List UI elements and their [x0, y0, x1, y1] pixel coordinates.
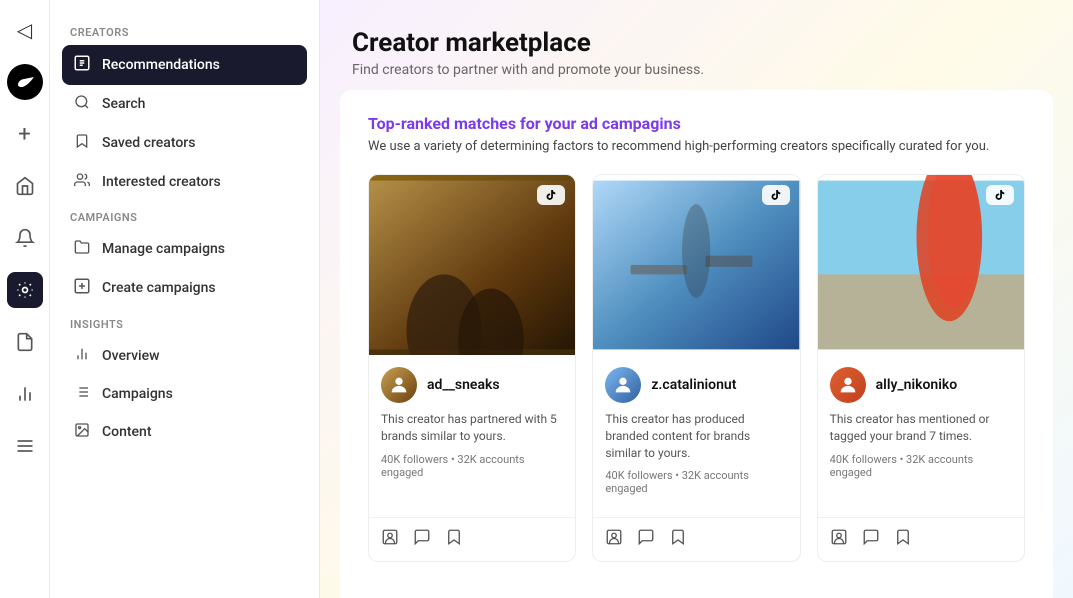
profile-btn-z-catalinionut[interactable]: [605, 528, 623, 551]
page-title: Creator marketplace: [352, 28, 1041, 58]
creator-card-ad-sneaks: ad__sneaks This creator has partnered wi…: [368, 174, 576, 562]
creators-section-label: Creators: [62, 16, 307, 45]
notifications-icon[interactable]: [7, 220, 43, 256]
sidebar-item-campaigns-insights[interactable]: Campaigns: [62, 375, 307, 413]
creator-card-ally-nikoniko: ally_nikoniko This creator has mentioned…: [817, 174, 1025, 562]
list-icon: [72, 384, 92, 404]
avatar-ally-nikoniko: [830, 367, 866, 403]
profile-btn-ally-nikoniko[interactable]: [830, 528, 848, 551]
sidebar-item-overview[interactable]: Overview: [62, 337, 307, 375]
creator-handle-ad-sneaks: ad__sneaks: [427, 377, 500, 393]
profile-btn-ad-sneaks[interactable]: [381, 528, 399, 551]
page-subtitle: Find creators to partner with and promot…: [352, 62, 1041, 78]
card-body-ally-nikoniko: ally_nikoniko This creator has mentioned…: [818, 355, 1024, 517]
nike-logo-icon[interactable]: [7, 64, 43, 100]
creator-handle-z-catalinionut: z.catalinionut: [651, 377, 736, 393]
sidebar-item-interested-creators[interactable]: Interested creators: [62, 163, 307, 201]
card-image-ad-sneaks: [369, 175, 575, 355]
search-icon: [72, 94, 92, 114]
manage-campaigns-label: Manage campaigns: [102, 241, 225, 257]
creator-desc-ad-sneaks: This creator has partnered with 5 brands…: [381, 411, 563, 445]
creator-stats-z-catalinionut: 40K followers • 32K accounts engaged: [605, 469, 787, 495]
people-icon: [72, 172, 92, 192]
tiktok-badge-3: [986, 185, 1014, 205]
sidebar-item-search[interactable]: Search: [62, 85, 307, 123]
creator-info-ad-sneaks: ad__sneaks: [381, 367, 563, 403]
card-body-z-catalinionut: z.catalinionut This creator has produced…: [593, 355, 799, 517]
content-panel: Top-ranked matches for your ad campagins…: [340, 90, 1053, 598]
sidebar-item-recommendations[interactable]: Recommendations: [62, 45, 307, 85]
folder-icon: [72, 239, 92, 259]
add-icon[interactable]: +: [7, 116, 43, 152]
recommendations-label: Recommendations: [102, 57, 220, 73]
main-content: Creator marketplace Find creators to par…: [320, 0, 1073, 598]
interested-creators-label: Interested creators: [102, 174, 221, 190]
creator-info-ally-nikoniko: ally_nikoniko: [830, 367, 1012, 403]
tiktok-badge-1: [537, 185, 565, 205]
content-label: Content: [102, 424, 152, 440]
page-header: Creator marketplace Find creators to par…: [320, 0, 1073, 90]
save-btn-z-catalinionut[interactable]: [669, 528, 687, 551]
card-image-ally-nikoniko: [818, 175, 1024, 355]
campaigns-section-label: Campaigns: [62, 201, 307, 230]
save-btn-ally-nikoniko[interactable]: [894, 528, 912, 551]
section-heading: Top-ranked matches for your ad campagins: [368, 114, 1025, 133]
sidebar-item-manage-campaigns[interactable]: Manage campaigns: [62, 230, 307, 268]
create-campaigns-label: Create campaigns: [102, 280, 216, 296]
avatar-z-catalinionut: [605, 367, 641, 403]
message-btn-ally-nikoniko[interactable]: [862, 528, 880, 551]
search-label: Search: [102, 96, 145, 112]
card-image-z-catalinionut: [593, 175, 799, 355]
card-body-ad-sneaks: ad__sneaks This creator has partnered wi…: [369, 355, 575, 517]
creator-stats-ad-sneaks: 40K followers • 32K accounts engaged: [381, 453, 563, 479]
section-description: We use a variety of determining factors …: [368, 139, 1025, 154]
reports-icon[interactable]: [7, 324, 43, 360]
home-icon[interactable]: [7, 168, 43, 204]
sidebar-item-create-campaigns[interactable]: Create campaigns: [62, 268, 307, 308]
creator-desc-z-catalinionut: This creator has produced branded conten…: [605, 411, 787, 461]
campaigns-insights-label: Campaigns: [102, 386, 173, 402]
card-actions-ally-nikoniko: [818, 517, 1024, 561]
avatar-ad-sneaks: [381, 367, 417, 403]
bar-chart-icon: [72, 346, 92, 366]
creator-info-z-catalinionut: z.catalinionut: [605, 367, 787, 403]
save-btn-ad-sneaks[interactable]: [445, 528, 463, 551]
plus-square-icon: [72, 277, 92, 299]
message-btn-ad-sneaks[interactable]: [413, 528, 431, 551]
creator-card-z-catalinionut: z.catalinionut This creator has produced…: [592, 174, 800, 562]
creator-marketplace-nav-icon[interactable]: [7, 272, 43, 308]
message-btn-z-catalinionut[interactable]: [637, 528, 655, 551]
creator-cards-row: ad__sneaks This creator has partnered wi…: [368, 174, 1025, 562]
creator-handle-ally-nikoniko: ally_nikoniko: [876, 377, 958, 393]
sidebar-item-saved-creators[interactable]: Saved creators: [62, 123, 307, 163]
insights-section-label: Insights: [62, 308, 307, 337]
overview-label: Overview: [102, 348, 159, 364]
card-actions-z-catalinionut: [593, 517, 799, 561]
tiktok-badge-2: [762, 185, 790, 205]
saved-creators-label: Saved creators: [102, 135, 195, 151]
back-nav-icon[interactable]: ◁: [7, 12, 43, 48]
sidebar-item-content[interactable]: Content: [62, 413, 307, 451]
image-icon: [72, 422, 92, 442]
hamburger-menu-icon[interactable]: [7, 428, 43, 464]
recommendations-icon: [72, 54, 92, 76]
sidebar: Creators Recommendations Search Saved cr…: [50, 0, 320, 598]
bookmark-icon: [72, 132, 92, 154]
creator-desc-ally-nikoniko: This creator has mentioned or tagged you…: [830, 411, 1012, 445]
analytics-icon[interactable]: [7, 376, 43, 412]
card-actions-ad-sneaks: [369, 517, 575, 561]
icon-bar: ◁ +: [0, 0, 50, 598]
creator-stats-ally-nikoniko: 40K followers • 32K accounts engaged: [830, 453, 1012, 479]
